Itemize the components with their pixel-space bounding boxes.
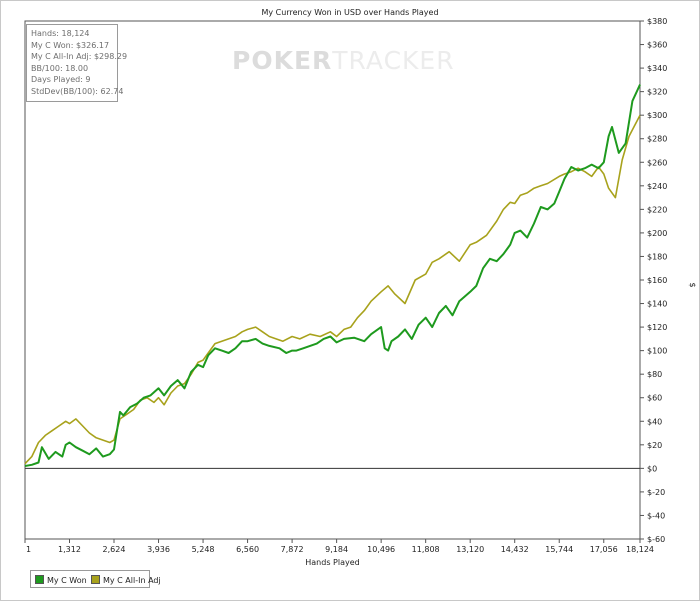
x-tick-label: 13,120 (456, 545, 484, 554)
y-tick-label: $200 (647, 229, 667, 238)
series-line-allin (24, 114, 641, 465)
x-tick-label: 1,312 (58, 545, 81, 554)
stat-days: Days Played: 9 (31, 75, 91, 85)
stat-hands: Hands: 18,124 (31, 29, 90, 38)
y-tick-label: $0 (647, 464, 657, 473)
stats-box: Hands: 18,124 My C Won: $326.17 My C All… (26, 24, 128, 102)
y-tick-label: $220 (647, 205, 667, 214)
series-line-won (24, 84, 641, 467)
y-tick-label: $40 (647, 417, 662, 426)
x-tick-label: 10,496 (367, 545, 395, 554)
y-tick-label: $180 (647, 252, 667, 261)
y-tick-label: $-20 (647, 488, 665, 497)
tick-layer: $-60 $-40 $-20 $0 $20 $40 $60 $80 $100 $120 $140 $1… (24, 17, 697, 567)
y-tick-label: $240 (647, 182, 667, 191)
y-tick-label: $100 (647, 347, 667, 356)
y-tick-label: $320 (647, 88, 667, 97)
x-tick-label: 7,872 (281, 545, 304, 554)
legend-item-won: My C Won (35, 575, 87, 585)
y-tick-label: $360 (647, 41, 667, 50)
x-tick-label: 14,432 (501, 545, 529, 554)
stat-allin: My C All-In Adj: $298.29 (31, 52, 128, 62)
x-tick-label: 9,184 (325, 545, 348, 554)
legend-label-allin: My C All-In Adj (103, 576, 161, 585)
y-tick-label: $20 (647, 441, 662, 450)
legend: My C Won My C All-In Adj (30, 570, 161, 588)
x-tick-label: 15,744 (545, 545, 573, 554)
x-axis-label: Hands Played (305, 558, 359, 567)
stat-won: My C Won: $326.17 (31, 40, 110, 50)
y-tick-label: $60 (647, 394, 662, 403)
series-layer (24, 84, 641, 467)
y-tick-label: $300 (647, 111, 667, 120)
legend-swatch-allin (91, 575, 100, 584)
y-tick-label: $340 (647, 64, 667, 73)
x-tick-label: 17,056 (590, 545, 618, 554)
y-tick-label: $-40 (647, 511, 665, 520)
y-tick-label: $380 (647, 17, 667, 26)
x-tick-label: 3,936 (147, 545, 170, 554)
y-tick-label: $80 (647, 370, 662, 379)
x-tick-label: 18,124 (626, 545, 654, 554)
y-tick-label: $160 (647, 276, 667, 285)
stat-bb100: BB/100: 18.00 (31, 63, 89, 73)
x-tick-label: 1 (26, 545, 31, 554)
legend-swatch-won (35, 575, 44, 584)
stat-stddev: StdDev(BB/100): 62.74 (31, 86, 124, 96)
y-tick-label: $120 (647, 323, 667, 332)
y-tick-label: $140 (647, 300, 667, 309)
x-tick-label: 6,560 (236, 545, 259, 554)
x-tick-label: 11,808 (412, 545, 440, 554)
x-tick-label: 2,624 (103, 545, 126, 554)
legend-label-won: My C Won (47, 576, 87, 585)
y-tick-label: $280 (647, 135, 667, 144)
x-tick-label: 5,248 (192, 545, 215, 554)
legend-item-allin: My C All-In Adj (91, 575, 161, 585)
y-axis-label: $ (688, 282, 697, 287)
y-tick-label: $260 (647, 158, 667, 167)
y-tick-label: $-60 (647, 535, 665, 544)
